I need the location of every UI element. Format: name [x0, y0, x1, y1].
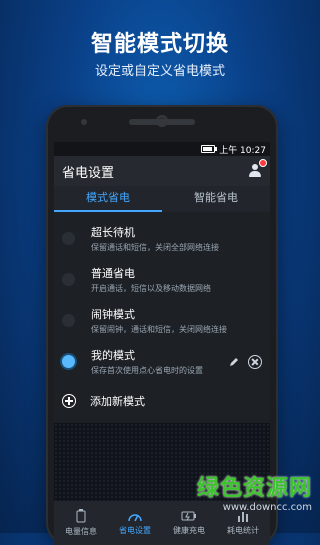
mode-item-normal-saving[interactable]: 普通省电 开启通话，短信以及移动数据网络: [54, 259, 270, 300]
nav-label: 耗电统计: [227, 526, 259, 535]
nav-label: 健康充电: [173, 526, 205, 535]
mode-item-ultra-standby[interactable]: 超长待机 保留通话和短信，关闭全部网络连接: [54, 218, 270, 259]
mode-description: 保存首次使用点心省电时的设置: [91, 366, 203, 375]
mode-title: 我的模式: [91, 349, 135, 362]
nav-label: 电量信息: [65, 527, 97, 536]
nav-item-battery-info[interactable]: 电量信息: [54, 501, 108, 545]
edit-icon[interactable]: [228, 356, 240, 368]
radio-button[interactable]: [62, 314, 75, 327]
radio-button[interactable]: [62, 232, 75, 245]
mode-item-custom[interactable]: 我的模式 保存首次使用点心省电时的设置: [54, 341, 270, 382]
speaker-grille: [129, 119, 195, 125]
battery-icon: [201, 145, 218, 153]
add-mode-button[interactable]: 添加新模式: [54, 382, 270, 420]
radio-button[interactable]: [62, 273, 75, 286]
add-mode-label: 添加新模式: [90, 395, 145, 408]
watermark: 绿色资源网 www.downcc.com: [197, 470, 312, 513]
nav-label: 省电设置: [119, 526, 151, 535]
mode-description: 开启通话，短信以及移动数据网络: [91, 284, 211, 293]
mode-list: 超长待机 保留通话和短信，关闭全部网络连接 普通省电 开启通话，短信以及移动数据…: [54, 212, 270, 420]
tab-bar: 模式省电 智能省电: [54, 186, 270, 212]
battery-info-icon: [76, 509, 86, 523]
mode-item-alarm[interactable]: 闹钟模式 保留闹钟，通话和短信，关闭网络连接: [54, 300, 270, 341]
status-time: 上午 10:27: [219, 145, 266, 156]
watermark-url: www.downcc.com: [222, 502, 312, 513]
app-bar: 省电设置: [54, 156, 270, 186]
hero-subtitle: 设定或自定义省电模式: [94, 64, 225, 79]
notification-dot: [259, 159, 267, 167]
mode-title: 闹钟模式: [91, 308, 135, 321]
watermark-text: 绿色资源网: [196, 476, 312, 501]
tab-smart-saving[interactable]: 智能省电: [162, 186, 270, 212]
app-title: 省电设置: [62, 165, 115, 181]
speedometer-icon: [128, 514, 142, 522]
tab-mode-saving[interactable]: 模式省电: [54, 186, 162, 212]
user-icon[interactable]: [248, 159, 267, 178]
hero-title: 智能模式切换: [90, 32, 229, 57]
plus-circle-icon: [62, 394, 76, 408]
delete-icon[interactable]: [248, 354, 262, 369]
mode-description: 保留闹钟，通话和短信，关闭网络连接: [91, 325, 227, 334]
radio-button-selected[interactable]: [62, 355, 75, 368]
status-bar: 上午 10:27: [54, 142, 270, 156]
mode-title: 普通省电: [91, 267, 135, 280]
nav-item-power-settings[interactable]: 省电设置: [108, 501, 162, 545]
mode-description: 保留通话和短信，关闭全部网络连接: [91, 243, 219, 252]
mode-title: 超长待机: [91, 226, 135, 239]
sensor: [81, 119, 87, 125]
charging-icon: [181, 511, 196, 521]
